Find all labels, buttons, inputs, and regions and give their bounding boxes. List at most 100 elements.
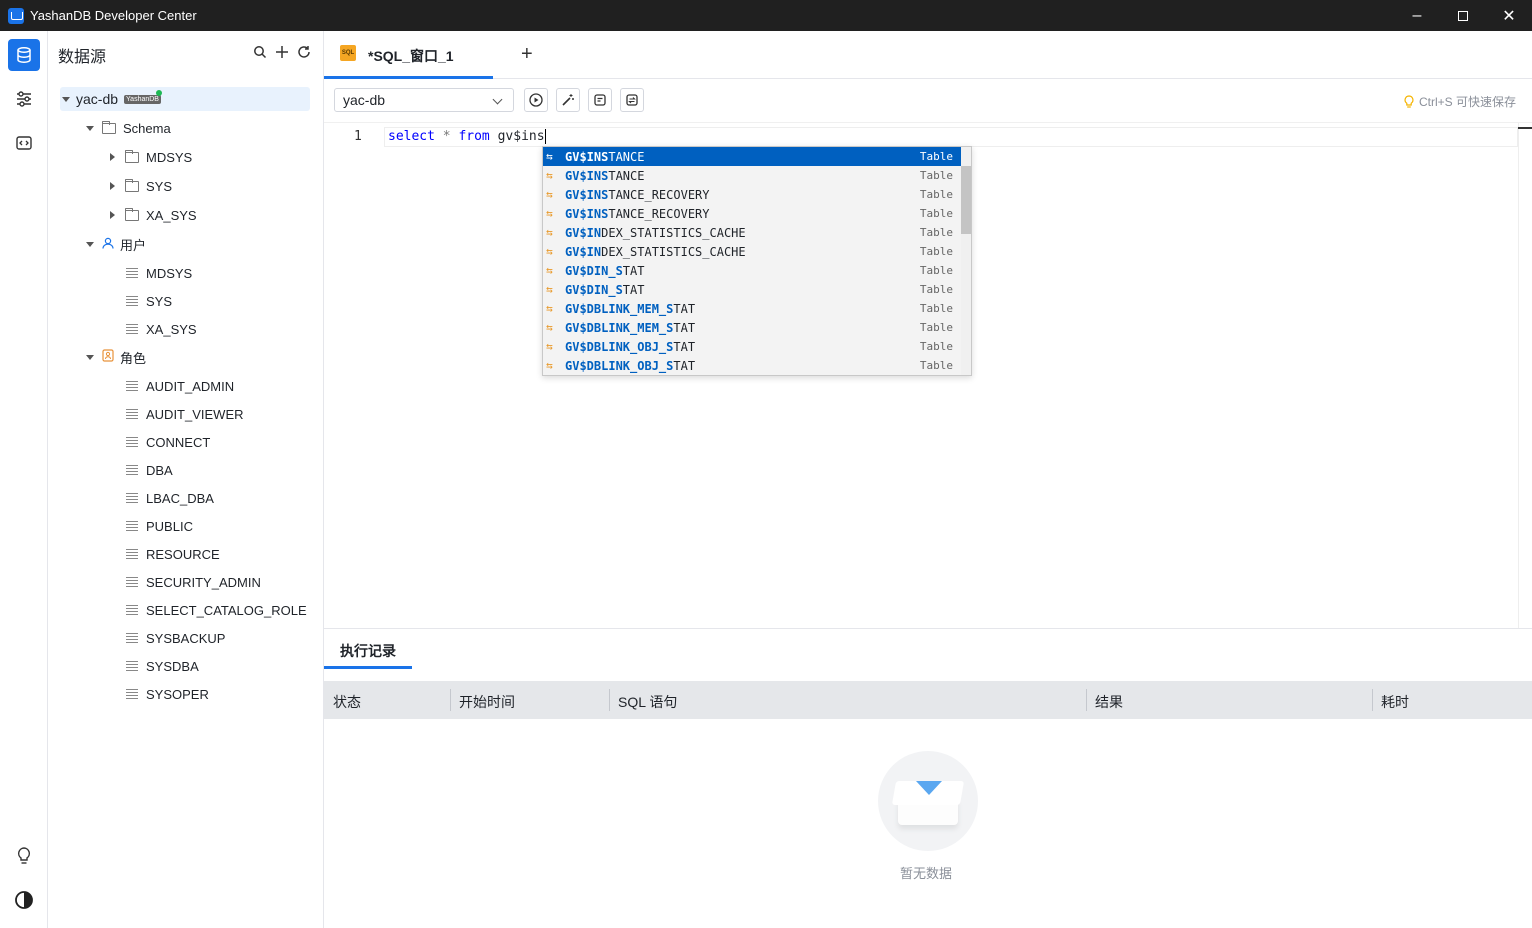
column-divider[interactable] bbox=[1372, 689, 1373, 711]
collapse-caret-icon[interactable] bbox=[110, 182, 115, 190]
expand-caret-icon[interactable] bbox=[86, 125, 94, 131]
autocomplete-match-text: GV$INS bbox=[565, 187, 609, 202]
autocomplete-item[interactable]: ⇆ GV$DBLINK_OBJ_STAT Table bbox=[543, 337, 961, 356]
settings-sliders-icon[interactable] bbox=[8, 83, 40, 115]
autocomplete-item[interactable]: ⇆ GV$INDEX_STATISTICS_CACHE Table bbox=[543, 242, 961, 261]
list-icon bbox=[126, 267, 138, 279]
editor-tab-bar: SQL *SQL_窗口_1 + bbox=[324, 31, 1532, 79]
expand-caret-icon[interactable] bbox=[86, 241, 94, 247]
refresh-icon[interactable] bbox=[297, 45, 311, 62]
save-hint-text: Ctrl+S 可快速保存 bbox=[1418, 95, 1516, 109]
autocomplete-item-label: GV$INDEX_STATISTICS_CACHE bbox=[565, 226, 746, 240]
column-header-start-time[interactable]: 开始时间 bbox=[459, 692, 515, 712]
datasource-select[interactable]: yac-db bbox=[334, 88, 514, 112]
column-header-sql[interactable]: SQL 语句 bbox=[618, 692, 677, 712]
autocomplete-item-label: GV$INSTANCE bbox=[565, 150, 644, 164]
list-icon bbox=[126, 464, 138, 476]
empty-state-text: 暂无数据 bbox=[900, 866, 953, 881]
code-line[interactable]: select * from gv$ins bbox=[384, 127, 1518, 147]
tree-item-role[interactable]: PUBLIC bbox=[126, 514, 193, 538]
tree-item-role[interactable]: AUDIT_VIEWER bbox=[126, 402, 244, 426]
theme-toggle-icon[interactable] bbox=[8, 884, 40, 916]
autocomplete-item[interactable]: ⇆ GV$DBLINK_MEM_STAT Table bbox=[543, 299, 961, 318]
close-button[interactable]: ✕ bbox=[1486, 0, 1532, 31]
autocomplete-item[interactable]: ⇆ GV$INDEX_STATISTICS_CACHE Table bbox=[543, 223, 961, 242]
search-icon[interactable] bbox=[253, 45, 267, 62]
tree-item-role[interactable]: SECURITY_ADMIN bbox=[126, 570, 261, 594]
schema-group-node[interactable]: Schema bbox=[86, 116, 171, 140]
autocomplete-item[interactable]: ⇆ GV$INSTANCE Table bbox=[543, 166, 961, 185]
tree-item-role[interactable]: SYSDBA bbox=[126, 654, 199, 678]
tree-item-user[interactable]: MDSYS bbox=[126, 261, 192, 285]
connected-status-dot bbox=[156, 90, 162, 96]
autocomplete-item[interactable]: ⇆ GV$INSTANCE Table bbox=[543, 147, 961, 166]
column-header-status[interactable]: 状态 bbox=[333, 692, 361, 712]
column-header-result[interactable]: 结果 bbox=[1095, 692, 1123, 712]
autocomplete-item[interactable]: ⇆ GV$DIN_STAT Table bbox=[543, 280, 961, 299]
users-group-node[interactable]: 用户 bbox=[86, 232, 146, 256]
tree-item-user[interactable]: SYS bbox=[126, 289, 172, 313]
tree-item-role[interactable]: SELECT_CATALOG_ROLE bbox=[126, 598, 307, 622]
autocomplete-item-kind: Table bbox=[919, 188, 953, 201]
tree-item-role[interactable]: LBAC_DBA bbox=[126, 486, 214, 510]
autocomplete-item-label: GV$DBLINK_OBJ_STAT bbox=[565, 359, 695, 373]
add-tab-icon[interactable]: + bbox=[521, 43, 533, 66]
tree-item-role[interactable]: SYSBACKUP bbox=[126, 626, 225, 650]
tree-item-schema[interactable]: MDSYS bbox=[110, 145, 192, 169]
autocomplete-item-label: GV$INSTANCE bbox=[565, 169, 644, 183]
autocomplete-item-label: GV$INSTANCE_RECOVERY bbox=[565, 188, 710, 202]
roles-group-node[interactable]: 角色 bbox=[86, 345, 146, 369]
tree-item-role[interactable]: CONNECT bbox=[126, 430, 210, 454]
database-icon[interactable] bbox=[8, 39, 40, 71]
collapse-caret-icon[interactable] bbox=[110, 211, 115, 219]
column-header-duration[interactable]: 耗时 bbox=[1381, 692, 1409, 712]
tree-item-schema[interactable]: SYS bbox=[110, 174, 172, 198]
maximize-button[interactable] bbox=[1440, 0, 1486, 31]
autocomplete-item[interactable]: ⇆ GV$INSTANCE_RECOVERY Table bbox=[543, 185, 961, 204]
column-divider[interactable] bbox=[450, 689, 451, 711]
autocomplete-scroll-thumb[interactable] bbox=[961, 166, 971, 234]
column-divider[interactable] bbox=[1086, 689, 1087, 711]
autocomplete-popup[interactable]: ⇆ GV$INSTANCE Table ⇆ GV$INSTANCE Table ⇆ GV$IN… bbox=[542, 146, 972, 376]
tree-item-schema[interactable]: XA_SYS bbox=[110, 203, 197, 227]
explain-button[interactable] bbox=[588, 88, 612, 112]
autocomplete-item-label: GV$DIN_STAT bbox=[565, 264, 644, 278]
autocomplete-item-kind: Table bbox=[919, 283, 953, 296]
role-name: SYSOPER bbox=[146, 686, 209, 702]
autocomplete-item[interactable]: ⇆ GV$DIN_STAT Table bbox=[543, 261, 961, 280]
tree-item-user[interactable]: XA_SYS bbox=[126, 317, 197, 341]
tab-execution-history[interactable]: 执行记录 bbox=[324, 629, 412, 669]
history-button[interactable] bbox=[620, 88, 644, 112]
column-divider[interactable] bbox=[609, 689, 610, 711]
schema-name: SYS bbox=[146, 178, 173, 194]
format-button[interactable] bbox=[556, 88, 580, 112]
autocomplete-item-kind: Table bbox=[919, 302, 953, 315]
minimize-button[interactable]: – bbox=[1394, 0, 1440, 31]
autocomplete-item[interactable]: ⇆ GV$DBLINK_OBJ_STAT Table bbox=[543, 356, 961, 375]
tree-item-role[interactable]: RESOURCE bbox=[126, 542, 220, 566]
editor-scrollbar[interactable] bbox=[1518, 123, 1532, 629]
list-icon bbox=[126, 323, 138, 335]
list-icon bbox=[126, 436, 138, 448]
tree-item-role[interactable]: AUDIT_ADMIN bbox=[126, 374, 234, 398]
autocomplete-item-label: GV$DBLINK_MEM_STAT bbox=[565, 321, 695, 335]
expand-caret-icon[interactable] bbox=[86, 354, 94, 360]
tree-item-role[interactable]: SYSOPER bbox=[126, 682, 209, 706]
role-icon bbox=[102, 349, 114, 365]
run-button[interactable] bbox=[524, 88, 548, 112]
lightbulb-icon[interactable] bbox=[8, 840, 40, 872]
history-table-header: 状态 开始时间 SQL 语句 结果 耗时 bbox=[324, 681, 1532, 719]
sql-file-icon: SQL bbox=[340, 45, 356, 61]
autocomplete-item[interactable]: ⇆ GV$DBLINK_MEM_STAT Table bbox=[543, 318, 961, 337]
connection-node[interactable]: yac-db YashanDB bbox=[62, 87, 161, 111]
datasource-select-value: yac-db bbox=[343, 92, 386, 108]
collapse-caret-icon[interactable] bbox=[110, 153, 115, 161]
expand-caret-icon[interactable] bbox=[62, 96, 70, 102]
add-icon[interactable] bbox=[275, 45, 289, 62]
autocomplete-item[interactable]: ⇆ GV$INSTANCE_RECOVERY Table bbox=[543, 204, 961, 223]
tree-item-role[interactable]: DBA bbox=[126, 458, 173, 482]
keyword-select: select bbox=[388, 129, 435, 144]
code-icon[interactable] bbox=[8, 127, 40, 159]
autocomplete-rest-text: TANCE_RECOVERY bbox=[608, 206, 710, 221]
tab-sql-window-1[interactable]: SQL *SQL_窗口_1 bbox=[324, 31, 493, 79]
